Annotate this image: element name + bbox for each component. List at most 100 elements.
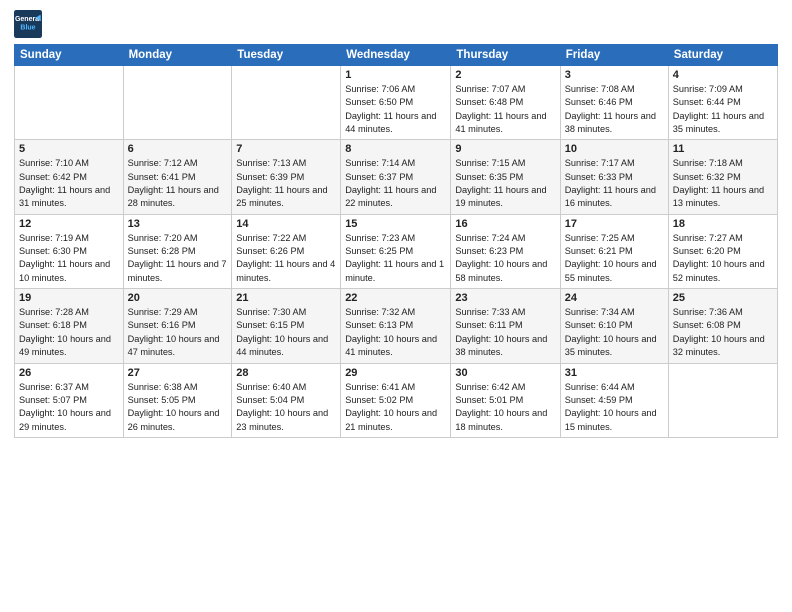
- day-number: 26: [19, 367, 119, 379]
- day-number: 15: [345, 218, 446, 230]
- day-info: Sunrise: 7:18 AM Sunset: 6:32 PM Dayligh…: [673, 157, 773, 210]
- day-info: Sunrise: 7:23 AM Sunset: 6:25 PM Dayligh…: [345, 232, 446, 285]
- day-number: 22: [345, 292, 446, 304]
- svg-text:Blue: Blue: [20, 24, 35, 31]
- calendar-cell: 3Sunrise: 7:08 AM Sunset: 6:46 PM Daylig…: [560, 66, 668, 140]
- logo: General Blue: [14, 10, 42, 38]
- calendar-cell: 6Sunrise: 7:12 AM Sunset: 6:41 PM Daylig…: [123, 140, 232, 214]
- calendar-cell: 9 Sunrise: 7:15 AM Sunset: 6:35 PM Daylig…: [451, 140, 560, 214]
- calendar-cell: 2 Sunrise: 7:07 AM Sunset: 6:48 PM Daylig…: [451, 66, 560, 140]
- week-row-1: 5Sunrise: 7:10 AM Sunset: 6:42 PM Daylig…: [15, 140, 778, 214]
- calendar-cell: 17 Sunrise: 7:25 AM Sunset: 6:21 PM Dayli…: [560, 214, 668, 288]
- day-number: 21: [236, 292, 336, 304]
- day-info: Sunrise: 7:27 AM Sunset: 6:20 PM Dayligh…: [673, 232, 773, 285]
- day-info: Sunrise: 7:07 AM Sunset: 6:48 PM Dayligh…: [455, 83, 555, 136]
- calendar-cell: 19Sunrise: 7:28 AM Sunset: 6:18 PM Dayli…: [15, 289, 124, 363]
- calendar-cell: 5Sunrise: 7:10 AM Sunset: 6:42 PM Daylig…: [15, 140, 124, 214]
- day-number: 12: [19, 218, 119, 230]
- calendar-cell: 13 Sunrise: 7:20 AM Sunset: 6:28 PM Dayli…: [123, 214, 232, 288]
- logo-icon: General Blue: [14, 10, 42, 38]
- calendar-cell: [232, 66, 341, 140]
- calendar-cell: 14 Sunrise: 7:22 AM Sunset: 6:26 PM Dayli…: [232, 214, 341, 288]
- calendar-cell: 21 Sunrise: 7:30 AM Sunset: 6:15 PM Dayli…: [232, 289, 341, 363]
- day-info: Sunrise: 7:06 AM Sunset: 6:50 PM Dayligh…: [345, 83, 446, 136]
- col-header-sunday: Sunday: [15, 45, 124, 66]
- col-header-monday: Monday: [123, 45, 232, 66]
- calendar-cell: 10Sunrise: 7:17 AM Sunset: 6:33 PM Dayli…: [560, 140, 668, 214]
- day-info: Sunrise: 6:42 AM Sunset: 5:01 PM Dayligh…: [455, 381, 555, 434]
- day-number: 9: [455, 143, 555, 155]
- calendar-cell: [15, 66, 124, 140]
- week-row-4: 26 Sunrise: 6:37 AM Sunset: 5:07 PM Dayli…: [15, 363, 778, 437]
- calendar-cell: 15 Sunrise: 7:23 AM Sunset: 6:25 PM Dayli…: [341, 214, 451, 288]
- day-number: 28: [236, 367, 336, 379]
- calendar-cell: 26 Sunrise: 6:37 AM Sunset: 5:07 PM Dayli…: [15, 363, 124, 437]
- day-number: 31: [565, 367, 664, 379]
- calendar-cell: 30 Sunrise: 6:42 AM Sunset: 5:01 PM Dayli…: [451, 363, 560, 437]
- day-info: Sunrise: 7:24 AM Sunset: 6:23 PM Dayligh…: [455, 232, 555, 285]
- day-info: Sunrise: 7:29 AM Sunset: 6:16 PM Dayligh…: [128, 306, 228, 359]
- day-info: Sunrise: 7:13 AM Sunset: 6:39 PM Dayligh…: [236, 157, 336, 210]
- week-row-3: 19Sunrise: 7:28 AM Sunset: 6:18 PM Dayli…: [15, 289, 778, 363]
- day-info: Sunrise: 7:33 AM Sunset: 6:11 PM Dayligh…: [455, 306, 555, 359]
- col-header-friday: Friday: [560, 45, 668, 66]
- day-info: Sunrise: 7:36 AM Sunset: 6:08 PM Dayligh…: [673, 306, 773, 359]
- day-number: 6: [128, 143, 228, 155]
- calendar-cell: 23 Sunrise: 7:33 AM Sunset: 6:11 PM Dayli…: [451, 289, 560, 363]
- day-number: 2: [455, 69, 555, 81]
- calendar-cell: 20 Sunrise: 7:29 AM Sunset: 6:16 PM Dayli…: [123, 289, 232, 363]
- week-row-0: 1 Sunrise: 7:06 AM Sunset: 6:50 PM Daylig…: [15, 66, 778, 140]
- day-info: Sunrise: 6:38 AM Sunset: 5:05 PM Dayligh…: [128, 381, 228, 434]
- calendar-cell: 25Sunrise: 7:36 AM Sunset: 6:08 PM Dayli…: [668, 289, 777, 363]
- calendar-cell: 22 Sunrise: 7:32 AM Sunset: 6:13 PM Dayli…: [341, 289, 451, 363]
- calendar-cell: 8 Sunrise: 7:14 AM Sunset: 6:37 PM Daylig…: [341, 140, 451, 214]
- calendar-cell: 24 Sunrise: 7:34 AM Sunset: 6:10 PM Dayli…: [560, 289, 668, 363]
- day-info: Sunrise: 7:34 AM Sunset: 6:10 PM Dayligh…: [565, 306, 664, 359]
- day-info: Sunrise: 7:19 AM Sunset: 6:30 PM Dayligh…: [19, 232, 119, 285]
- calendar: SundayMondayTuesdayWednesdayThursdayFrid…: [14, 44, 778, 438]
- day-info: Sunrise: 6:44 AM Sunset: 4:59 PM Dayligh…: [565, 381, 664, 434]
- day-number: 18: [673, 218, 773, 230]
- day-number: 27: [128, 367, 228, 379]
- day-number: 4: [673, 69, 773, 81]
- page: General Blue SundayMondayTuesdayWednesda…: [0, 0, 792, 612]
- day-info: Sunrise: 7:15 AM Sunset: 6:35 PM Dayligh…: [455, 157, 555, 210]
- calendar-cell: 18 Sunrise: 7:27 AM Sunset: 6:20 PM Dayli…: [668, 214, 777, 288]
- day-number: 10: [565, 143, 664, 155]
- day-info: Sunrise: 6:37 AM Sunset: 5:07 PM Dayligh…: [19, 381, 119, 434]
- day-info: Sunrise: 7:10 AM Sunset: 6:42 PM Dayligh…: [19, 157, 119, 210]
- day-number: 17: [565, 218, 664, 230]
- calendar-cell: [123, 66, 232, 140]
- day-info: Sunrise: 7:14 AM Sunset: 6:37 PM Dayligh…: [345, 157, 446, 210]
- day-info: Sunrise: 7:32 AM Sunset: 6:13 PM Dayligh…: [345, 306, 446, 359]
- header-row: SundayMondayTuesdayWednesdayThursdayFrid…: [15, 45, 778, 66]
- day-number: 30: [455, 367, 555, 379]
- calendar-cell: 7 Sunrise: 7:13 AM Sunset: 6:39 PM Daylig…: [232, 140, 341, 214]
- day-number: 14: [236, 218, 336, 230]
- day-info: Sunrise: 7:30 AM Sunset: 6:15 PM Dayligh…: [236, 306, 336, 359]
- day-number: 24: [565, 292, 664, 304]
- day-number: 29: [345, 367, 446, 379]
- day-number: 1: [345, 69, 446, 81]
- day-info: Sunrise: 7:08 AM Sunset: 6:46 PM Dayligh…: [565, 83, 664, 136]
- day-info: Sunrise: 6:40 AM Sunset: 5:04 PM Dayligh…: [236, 381, 336, 434]
- day-info: Sunrise: 7:25 AM Sunset: 6:21 PM Dayligh…: [565, 232, 664, 285]
- day-number: 13: [128, 218, 228, 230]
- calendar-cell: [668, 363, 777, 437]
- day-number: 16: [455, 218, 555, 230]
- day-number: 7: [236, 143, 336, 155]
- calendar-cell: 12 Sunrise: 7:19 AM Sunset: 6:30 PM Dayli…: [15, 214, 124, 288]
- col-header-thursday: Thursday: [451, 45, 560, 66]
- day-info: Sunrise: 6:41 AM Sunset: 5:02 PM Dayligh…: [345, 381, 446, 434]
- day-number: 8: [345, 143, 446, 155]
- day-info: Sunrise: 7:28 AM Sunset: 6:18 PM Dayligh…: [19, 306, 119, 359]
- day-info: Sunrise: 7:22 AM Sunset: 6:26 PM Dayligh…: [236, 232, 336, 285]
- calendar-cell: 11Sunrise: 7:18 AM Sunset: 6:32 PM Dayli…: [668, 140, 777, 214]
- day-number: 20: [128, 292, 228, 304]
- calendar-cell: 16 Sunrise: 7:24 AM Sunset: 6:23 PM Dayli…: [451, 214, 560, 288]
- day-number: 23: [455, 292, 555, 304]
- calendar-cell: 31 Sunrise: 6:44 AM Sunset: 4:59 PM Dayli…: [560, 363, 668, 437]
- day-info: Sunrise: 7:20 AM Sunset: 6:28 PM Dayligh…: [128, 232, 228, 285]
- calendar-cell: 27 Sunrise: 6:38 AM Sunset: 5:05 PM Dayli…: [123, 363, 232, 437]
- col-header-wednesday: Wednesday: [341, 45, 451, 66]
